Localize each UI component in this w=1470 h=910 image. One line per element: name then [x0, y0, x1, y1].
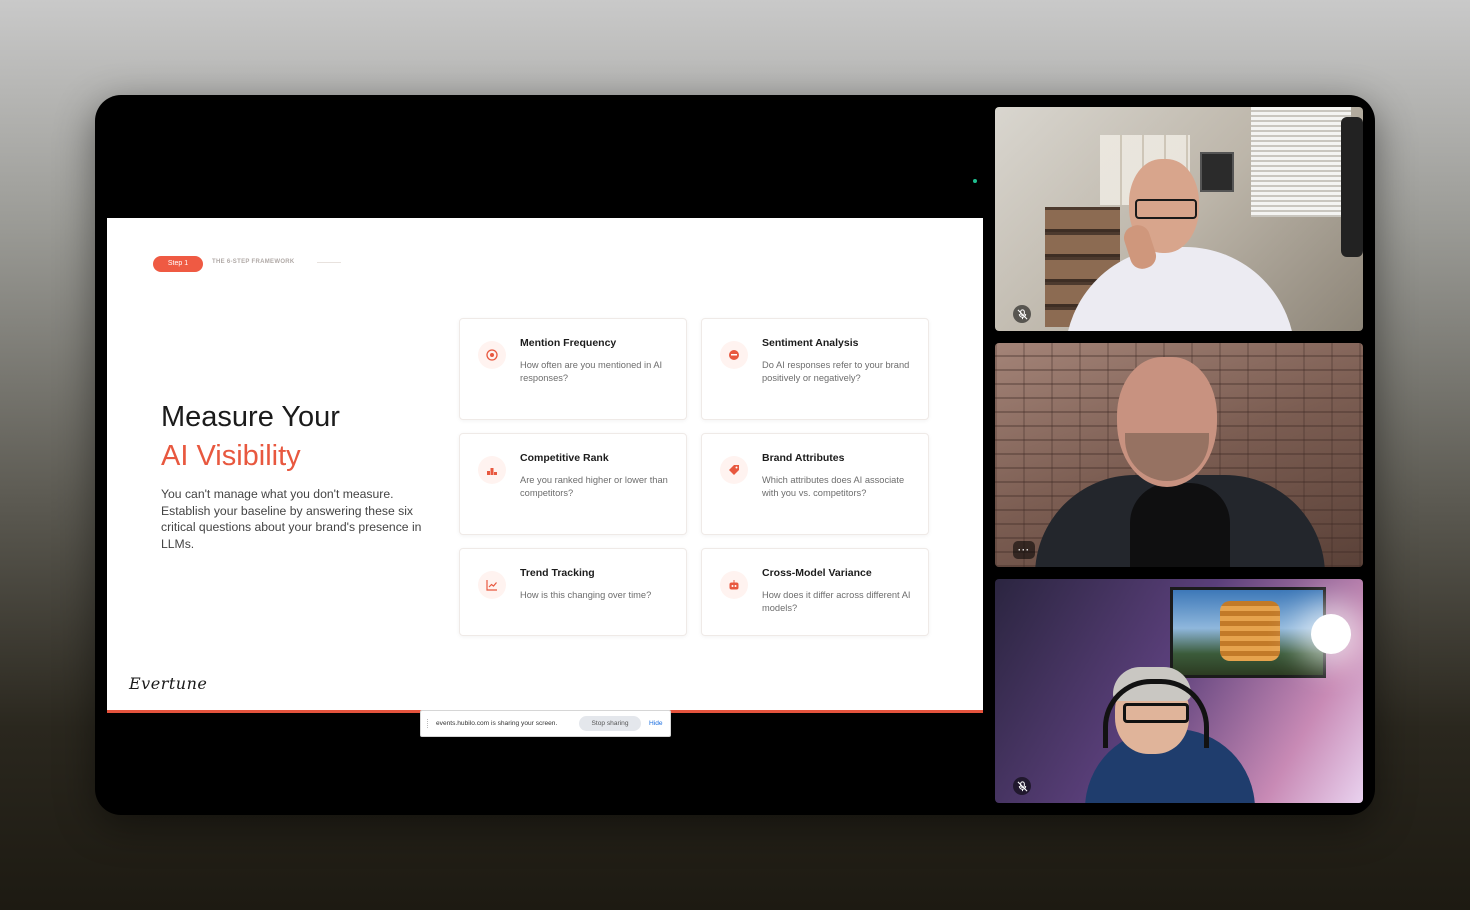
- caption-divider: [317, 262, 341, 263]
- water-bottle: [1341, 117, 1363, 257]
- card-mention-frequency: Mention Frequency How often are you ment…: [459, 318, 687, 420]
- share-message: events.hubilo.com is sharing your screen…: [436, 720, 558, 727]
- card-description: Are you ranked higher or lower than comp…: [520, 475, 668, 498]
- card-title: Brand Attributes: [762, 452, 845, 464]
- card-trend-tracking: Trend Tracking How is this changing over…: [459, 548, 687, 636]
- screen-share-notification: events.hubilo.com is sharing your screen…: [420, 710, 671, 737]
- card-title: Trend Tracking: [520, 567, 595, 579]
- sentiment-icon: [720, 341, 748, 369]
- card-description: How is this changing over time?: [520, 590, 652, 600]
- headline-line-1: Measure Your: [161, 401, 340, 433]
- card-cross-model-variance: Cross-Model Variance How does it differ …: [701, 548, 929, 636]
- hide-link[interactable]: Hide: [649, 720, 663, 727]
- shared-slide: Step 1 THE 6-STEP FRAMEWORK Measure Your…: [107, 218, 983, 713]
- headline-line-2: AI Visibility: [161, 440, 301, 472]
- mic-muted-icon: [1013, 777, 1031, 795]
- card-brand-attributes: Brand Attributes Which attributes does A…: [701, 433, 929, 535]
- stop-sharing-button[interactable]: Stop sharing: [579, 716, 641, 731]
- tag-icon: [720, 456, 748, 484]
- wall-lamp: [1311, 614, 1351, 654]
- pancake-stack: [1220, 601, 1280, 661]
- window-blinds: [1251, 107, 1351, 217]
- robot-icon: [720, 571, 748, 599]
- card-title: Sentiment Analysis: [762, 337, 859, 349]
- card-competitive-rank: Competitive Rank Are you ranked higher o…: [459, 433, 687, 535]
- card-description: Which attributes does AI associate with …: [762, 475, 905, 498]
- card-description: How does it differ across different AI m…: [762, 590, 911, 613]
- trend-chart-icon: [478, 571, 506, 599]
- glasses: [1135, 199, 1197, 219]
- brand-logo: Evertune: [129, 674, 208, 693]
- participant-video-1[interactable]: [995, 107, 1363, 331]
- card-title: Cross-Model Variance: [762, 567, 872, 579]
- slide-headline: Measure Your AI Visibility: [161, 398, 340, 476]
- more-options-icon[interactable]: ···: [1013, 541, 1035, 559]
- drag-handle[interactable]: [427, 719, 430, 728]
- participant-video-2[interactable]: ···: [995, 343, 1363, 567]
- card-title: Mention Frequency: [520, 337, 617, 349]
- target-icon: [478, 341, 506, 369]
- card-description: Do AI responses refer to your brand posi…: [762, 360, 910, 383]
- meeting-window: Step 1 THE 6-STEP FRAMEWORK Measure Your…: [95, 95, 1375, 815]
- framework-caption: THE 6-STEP FRAMEWORK: [212, 259, 295, 265]
- step-badge: Step 1: [153, 256, 203, 272]
- podium-icon: [478, 456, 506, 484]
- participant-shirt: [1130, 483, 1230, 567]
- card-title: Competitive Rank: [520, 452, 609, 464]
- slide-lead-text: You can't manage what you don't measure.…: [161, 487, 422, 551]
- card-description: How often are you mentioned in AI respon…: [520, 360, 663, 383]
- status-dot: [973, 179, 977, 183]
- participant-video-3[interactable]: [995, 579, 1363, 803]
- mic-muted-icon: [1013, 305, 1031, 323]
- wall-frame: [1200, 152, 1234, 192]
- card-sentiment-analysis: Sentiment Analysis Do AI responses refer…: [701, 318, 929, 420]
